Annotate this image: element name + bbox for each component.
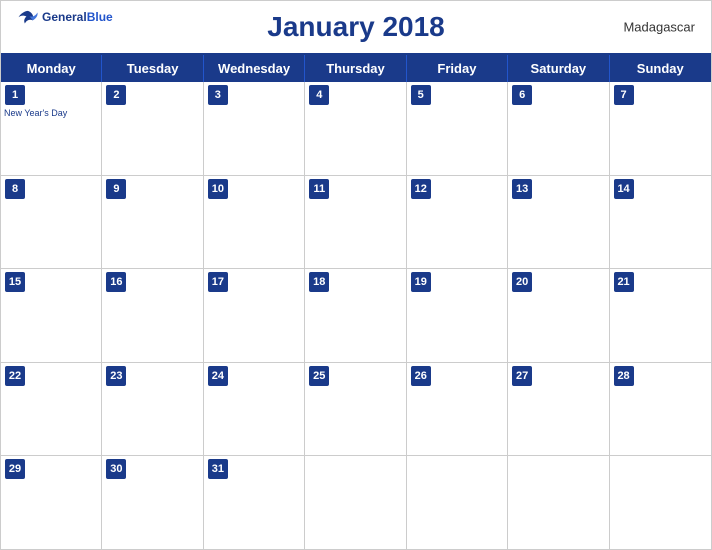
day-27: 27 — [508, 363, 609, 456]
calendar-wrapper: GeneralBlue January 2018 Madagascar Mond… — [0, 0, 712, 550]
day-3: 3 — [204, 82, 305, 175]
day-21: 21 — [610, 269, 711, 362]
logo-area: GeneralBlue — [17, 9, 113, 27]
empty-sat — [508, 456, 609, 549]
calendar-grid: Monday Tuesday Wednesday Thursday Friday… — [1, 53, 711, 549]
day-19: 19 — [407, 269, 508, 362]
logo-bird-icon — [17, 9, 39, 27]
header-wednesday: Wednesday — [204, 55, 305, 82]
day-17: 17 — [204, 269, 305, 362]
country-label: Madagascar — [623, 20, 695, 35]
header-tuesday: Tuesday — [102, 55, 203, 82]
header-saturday: Saturday — [508, 55, 609, 82]
holiday-new-years: New Year's Day — [4, 108, 67, 119]
day-28: 28 — [610, 363, 711, 456]
weeks-container: 1 New Year's Day 2 3 4 5 6 7 8 9 10 11 1… — [1, 82, 711, 549]
day-2: 2 — [102, 82, 203, 175]
day-11: 11 — [305, 176, 406, 269]
day-24: 24 — [204, 363, 305, 456]
day-9: 9 — [102, 176, 203, 269]
day-13: 13 — [508, 176, 609, 269]
header-friday: Friday — [407, 55, 508, 82]
week-row-3: 15 16 17 18 19 20 21 — [1, 269, 711, 363]
header-sunday: Sunday — [610, 55, 711, 82]
header-monday: Monday — [1, 55, 102, 82]
day-number-1: 1 — [5, 85, 25, 105]
empty-sun — [610, 456, 711, 549]
day-5: 5 — [407, 82, 508, 175]
week-row-1: 1 New Year's Day 2 3 4 5 6 7 — [1, 82, 711, 176]
week-row-4: 22 23 24 25 26 27 28 — [1, 363, 711, 457]
logo-text: GeneralBlue — [42, 11, 113, 24]
day-15: 15 — [1, 269, 102, 362]
day-18: 18 — [305, 269, 406, 362]
day-10: 10 — [204, 176, 305, 269]
day-headers: Monday Tuesday Wednesday Thursday Friday… — [1, 55, 711, 82]
day-12: 12 — [407, 176, 508, 269]
day-22: 22 — [1, 363, 102, 456]
day-7: 7 — [610, 82, 711, 175]
day-14: 14 — [610, 176, 711, 269]
day-23: 23 — [102, 363, 203, 456]
calendar-title: January 2018 — [267, 11, 444, 43]
day-26: 26 — [407, 363, 508, 456]
calendar-header: GeneralBlue January 2018 Madagascar — [1, 1, 711, 53]
day-30: 30 — [102, 456, 203, 549]
day-8: 8 — [1, 176, 102, 269]
day-1: 1 New Year's Day — [1, 82, 102, 175]
day-29: 29 — [1, 456, 102, 549]
day-4: 4 — [305, 82, 406, 175]
empty-fri — [407, 456, 508, 549]
day-25: 25 — [305, 363, 406, 456]
day-6: 6 — [508, 82, 609, 175]
week-row-2: 8 9 10 11 12 13 14 — [1, 176, 711, 270]
day-16: 16 — [102, 269, 203, 362]
week-row-5: 29 30 31 — [1, 456, 711, 549]
day-31: 31 — [204, 456, 305, 549]
header-thursday: Thursday — [305, 55, 406, 82]
day-20: 20 — [508, 269, 609, 362]
empty-thu — [305, 456, 406, 549]
